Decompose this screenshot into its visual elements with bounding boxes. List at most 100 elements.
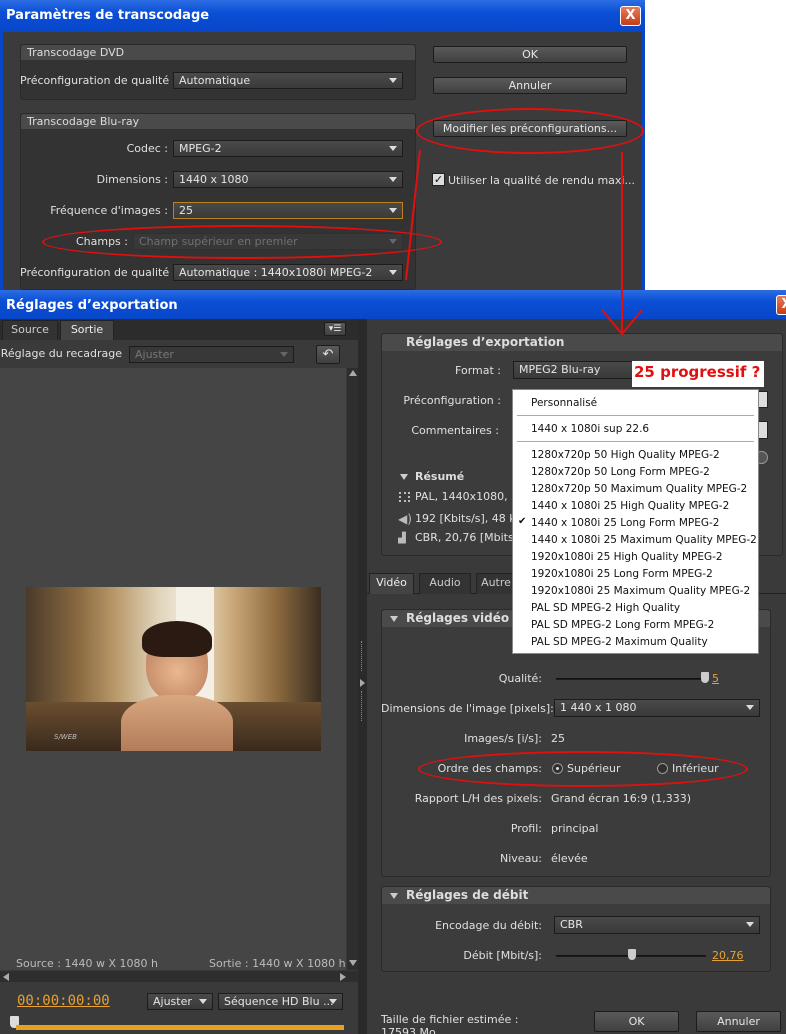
scroll-left-arrow[interactable] <box>3 973 9 981</box>
summary-line-video: PAL, 1440x1080, 25 <box>415 490 526 503</box>
splitter-arrow-icon[interactable] <box>360 679 365 687</box>
annotation-ellipse-fields <box>42 225 442 259</box>
timeline-bar[interactable] <box>16 1025 344 1030</box>
check-icon: ✔ <box>518 516 527 527</box>
export-dialog-titlebar: Réglages d’exportation X <box>0 290 786 319</box>
source-size-info: Source : 1440 w X 1080 h <box>16 957 158 970</box>
preset-option[interactable]: PAL SD MPEG-2 Long Form MPEG-2 <box>531 619 714 631</box>
crop-label: Réglage du recadrage <box>0 347 122 360</box>
fps-label: Images/s [i/s]: <box>464 732 542 745</box>
tab-other[interactable]: Autre <box>476 573 516 594</box>
preview-hscrollbar[interactable] <box>0 971 358 982</box>
dvd-quality-dropdown[interactable]: Automatique <box>173 72 403 89</box>
tab-source[interactable]: Source <box>2 320 58 340</box>
export-cancel-button[interactable]: Annuler <box>696 1011 781 1032</box>
bitrate-header: Réglages de débit <box>382 887 770 904</box>
export-close-button[interactable]: X <box>776 295 786 315</box>
preset-option[interactable]: 1440 x 1080i sup 22.6 <box>531 423 649 435</box>
bitrate-value[interactable]: 20,76 <box>712 949 744 962</box>
chevron-down-icon <box>389 146 397 151</box>
quality-slider-thumb[interactable] <box>701 672 709 683</box>
chevron-down-icon <box>389 78 397 83</box>
transcode-ok-button[interactable]: OK <box>433 46 627 63</box>
video-settings-collapse-icon[interactable] <box>390 616 398 622</box>
bitrate-encoding-label: Encodage du débit: <box>435 919 542 932</box>
comments-label: Commentaires : <box>411 424 499 437</box>
codec-label: Codec : <box>126 142 168 155</box>
preset-option[interactable]: 1280x720p 50 Maximum Quality MPEG-2 <box>531 483 747 495</box>
dvd-quality-label: Préconfiguration de qualité : <box>20 74 177 87</box>
tab-output[interactable]: Sortie <box>60 320 114 340</box>
preset-option[interactable]: PAL SD MPEG-2 High Quality <box>531 602 680 614</box>
bitrate-slider-thumb[interactable] <box>628 949 636 960</box>
transcode-cancel-button[interactable]: Annuler <box>433 77 627 94</box>
menu-separator <box>517 415 754 416</box>
summary-line-audio: 192 [Kbits/s], 48 kH <box>415 512 524 525</box>
tab-video[interactable]: Vidéo <box>369 573 414 594</box>
undo-crop-button[interactable]: ↶ <box>316 345 340 364</box>
video-overlay-text: S/WEB <box>54 733 77 741</box>
menu-separator <box>517 441 754 442</box>
bitrate-icon: ▟ <box>398 533 406 544</box>
scroll-up-arrow[interactable] <box>349 370 357 376</box>
format-label: Format : <box>455 364 501 377</box>
transcode-close-button[interactable]: X <box>620 6 641 26</box>
bitrate-encoding-dropdown[interactable]: CBR <box>554 916 760 934</box>
preset-option[interactable]: 1280x720p 50 Long Form MPEG-2 <box>531 466 710 478</box>
export-ok-button[interactable]: OK <box>594 1011 679 1032</box>
max-render-quality-checkbox[interactable]: ✓ <box>432 173 445 186</box>
video-child-body <box>121 695 233 751</box>
scroll-down-arrow[interactable] <box>349 960 357 966</box>
codec-dropdown[interactable]: MPEG-2 <box>173 140 403 157</box>
transcode-dialog-titlebar: Paramètres de transcodage X <box>0 0 645 32</box>
fit-dropdown[interactable]: Ajuster <box>147 993 213 1010</box>
crop-dropdown: Ajuster <box>129 346 294 363</box>
dimensions-dropdown[interactable]: 1440 x 1080 <box>173 171 403 188</box>
bitrate-label: Débit [Mbit/s]: <box>463 949 542 962</box>
dvd-section-header: Transcodage DVD <box>21 45 415 60</box>
preset-label: Préconfiguration : <box>403 394 501 407</box>
dimensions-label: Dimensions : <box>96 173 168 186</box>
frame-size-label: Dimensions de l'image [pixels]: <box>381 702 554 715</box>
preset-option[interactable]: 1280x720p 50 High Quality MPEG-2 <box>531 449 720 461</box>
preview-vscrollbar[interactable] <box>347 368 358 970</box>
quality-slider[interactable] <box>556 678 706 680</box>
chevron-down-icon <box>199 999 207 1004</box>
preset-option[interactable]: 1920x1080i 25 Maximum Quality MPEG-2 <box>531 585 750 597</box>
chevron-down-icon <box>329 999 337 1004</box>
bluray-quality-dropdown[interactable]: Automatique : 1440x1080i MPEG-2 <box>173 264 403 281</box>
preset-option[interactable]: 1440 x 1080i 25 Maximum Quality MPEG-2 <box>531 534 757 546</box>
preset-option[interactable]: 1920x1080i 25 High Quality MPEG-2 <box>531 551 723 563</box>
scroll-right-arrow[interactable] <box>340 973 346 981</box>
sequence-dropdown[interactable]: Séquence HD Blu ... <box>218 993 343 1010</box>
quality-value[interactable]: 5 <box>712 672 719 685</box>
tab-audio[interactable]: Audio <box>419 573 471 594</box>
preset-dropdown-menu: Personnalisé 1440 x 1080i sup 22.6 1280x… <box>512 389 759 654</box>
chevron-down-icon <box>746 705 754 710</box>
summary-line-bitrate: CBR, 20,76 [Mbits/s <box>415 531 524 544</box>
preset-option[interactable]: 1440 x 1080i 25 High Quality MPEG-2 <box>531 500 729 512</box>
preset-option[interactable]: PAL SD MPEG-2 Maximum Quality <box>531 636 708 648</box>
profile-value: principal <box>551 822 599 835</box>
format-dropdown[interactable]: MPEG2 Blu-ray <box>513 361 633 379</box>
annotation-label-box: 25 progressif ? <box>632 361 764 387</box>
annotation-text: 25 progressif ? <box>634 363 761 381</box>
preset-option[interactable]: 1920x1080i 25 Long Form MPEG-2 <box>531 568 713 580</box>
filesize-label: Taille de fichier estimée : <box>381 1013 519 1026</box>
splitter-grip-lower <box>361 691 364 721</box>
filesize-value: 17593 Mo <box>381 1026 436 1034</box>
preset-option-selected[interactable]: 1440 x 1080i 25 Long Form MPEG-2 <box>531 517 719 529</box>
bluray-quality-label: Préconfiguration de qualité : <box>20 266 177 279</box>
chevron-down-icon <box>389 177 397 182</box>
summary-label: Résumé <box>415 470 465 483</box>
preset-option[interactable]: Personnalisé <box>531 397 597 409</box>
chevron-down-icon <box>746 922 754 927</box>
summary-collapse-icon[interactable] <box>400 474 408 480</box>
pane-splitter[interactable] <box>358 319 367 1034</box>
timecode-display[interactable]: 00:00:00:00 <box>17 993 110 1009</box>
video-child-hair <box>142 621 212 657</box>
panel-menu-icon[interactable]: ▾☰ <box>324 322 346 336</box>
frame-size-dropdown[interactable]: 1 440 x 1 080 <box>554 699 760 717</box>
framerate-dropdown[interactable]: 25 <box>173 202 403 219</box>
bitrate-collapse-icon[interactable] <box>390 893 398 899</box>
